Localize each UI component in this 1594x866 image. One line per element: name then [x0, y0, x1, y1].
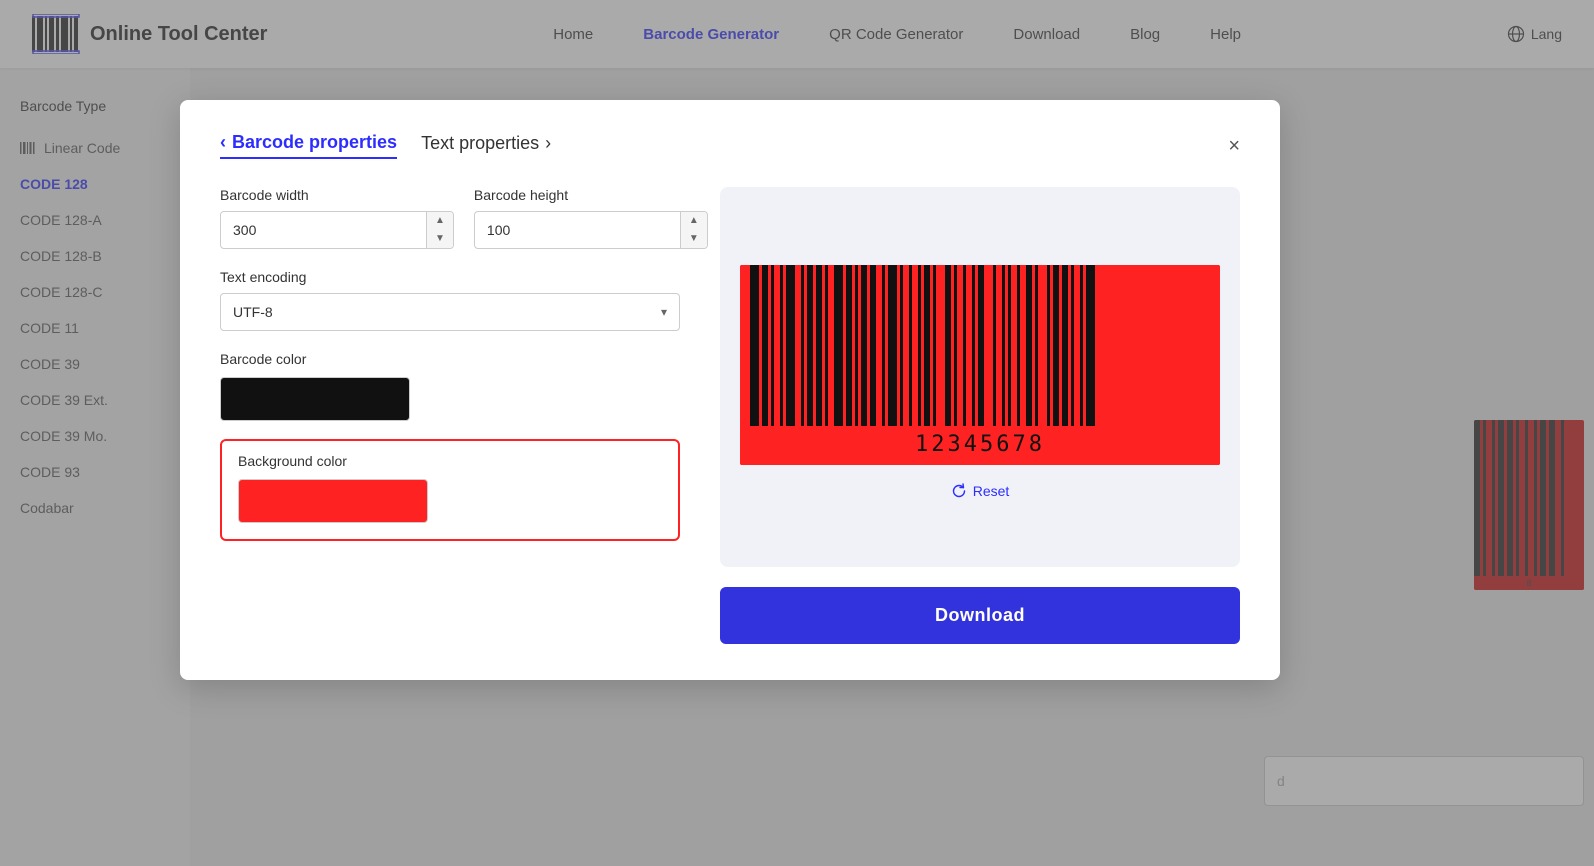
barcode-width-up[interactable]: ▲ — [427, 212, 453, 230]
barcode-height-input[interactable] — [475, 214, 680, 246]
barcode-height-input-wrap: ▲ ▼ — [474, 211, 708, 249]
text-encoding-select[interactable]: UTF-8 ASCII ISO-8859-1 — [221, 294, 679, 330]
tab-text-forward-arrow: › — [545, 133, 551, 154]
reset-label: Reset — [973, 483, 1010, 499]
tab-barcode-properties[interactable]: ‹ Barcode properties — [220, 132, 397, 159]
modal-tabs: ‹ Barcode properties Text properties › — [220, 132, 551, 159]
barcode-color-swatch[interactable] — [220, 377, 410, 421]
text-encoding-label: Text encoding — [220, 269, 680, 285]
barcode-width-field: Barcode width ▲ ▼ — [220, 187, 454, 249]
right-panel: 12345678 Reset Download — [720, 187, 1240, 644]
background-color-label: Background color — [238, 453, 662, 469]
barcode-width-label: Barcode width — [220, 187, 454, 203]
modal-header: ‹ Barcode properties Text properties › × — [220, 132, 1240, 159]
barcode-height-field: Barcode height ▲ ▼ — [474, 187, 708, 249]
barcode-width-input-wrap: ▲ ▼ — [220, 211, 454, 249]
barcode-height-spinner: ▲ ▼ — [680, 212, 707, 248]
barcode-preview: 12345678 — [740, 265, 1220, 465]
tab-barcode-properties-label: Barcode properties — [232, 132, 397, 153]
barcode-preview-area: 12345678 Reset — [720, 187, 1240, 567]
background-color-swatch[interactable] — [238, 479, 428, 523]
barcode-width-down[interactable]: ▼ — [427, 230, 453, 248]
tab-text-properties[interactable]: Text properties › — [421, 133, 551, 158]
barcode-width-spinner: ▲ ▼ — [426, 212, 453, 248]
modal-body: Barcode width ▲ ▼ Barcode height — [220, 187, 1240, 644]
barcode-color-label: Barcode color — [220, 351, 680, 367]
tab-text-properties-label: Text properties — [421, 133, 539, 154]
barcode-height-down[interactable]: ▼ — [681, 230, 707, 248]
barcode-width-input[interactable] — [221, 214, 426, 246]
barcode-bars — [740, 265, 1220, 426]
width-height-group: Barcode width ▲ ▼ Barcode height — [220, 187, 680, 249]
reset-icon — [951, 483, 967, 499]
text-encoding-section: Text encoding UTF-8 ASCII ISO-8859-1 ▾ — [220, 269, 680, 331]
reset-button[interactable]: Reset — [951, 483, 1010, 499]
text-encoding-select-wrap: UTF-8 ASCII ISO-8859-1 ▾ — [220, 293, 680, 331]
background-color-section: Background color — [220, 439, 680, 541]
barcode-properties-modal: ‹ Barcode properties Text properties › ×… — [180, 100, 1280, 680]
download-button[interactable]: Download — [720, 587, 1240, 644]
barcode-height-up[interactable]: ▲ — [681, 212, 707, 230]
barcode-color-section: Barcode color — [220, 351, 680, 421]
tab-barcode-back-arrow: ‹ — [220, 132, 226, 153]
barcode-value-text: 12345678 — [740, 426, 1220, 465]
modal-close-button[interactable]: × — [1228, 136, 1240, 156]
left-panel: Barcode width ▲ ▼ Barcode height — [220, 187, 680, 644]
barcode-height-label: Barcode height — [474, 187, 708, 203]
